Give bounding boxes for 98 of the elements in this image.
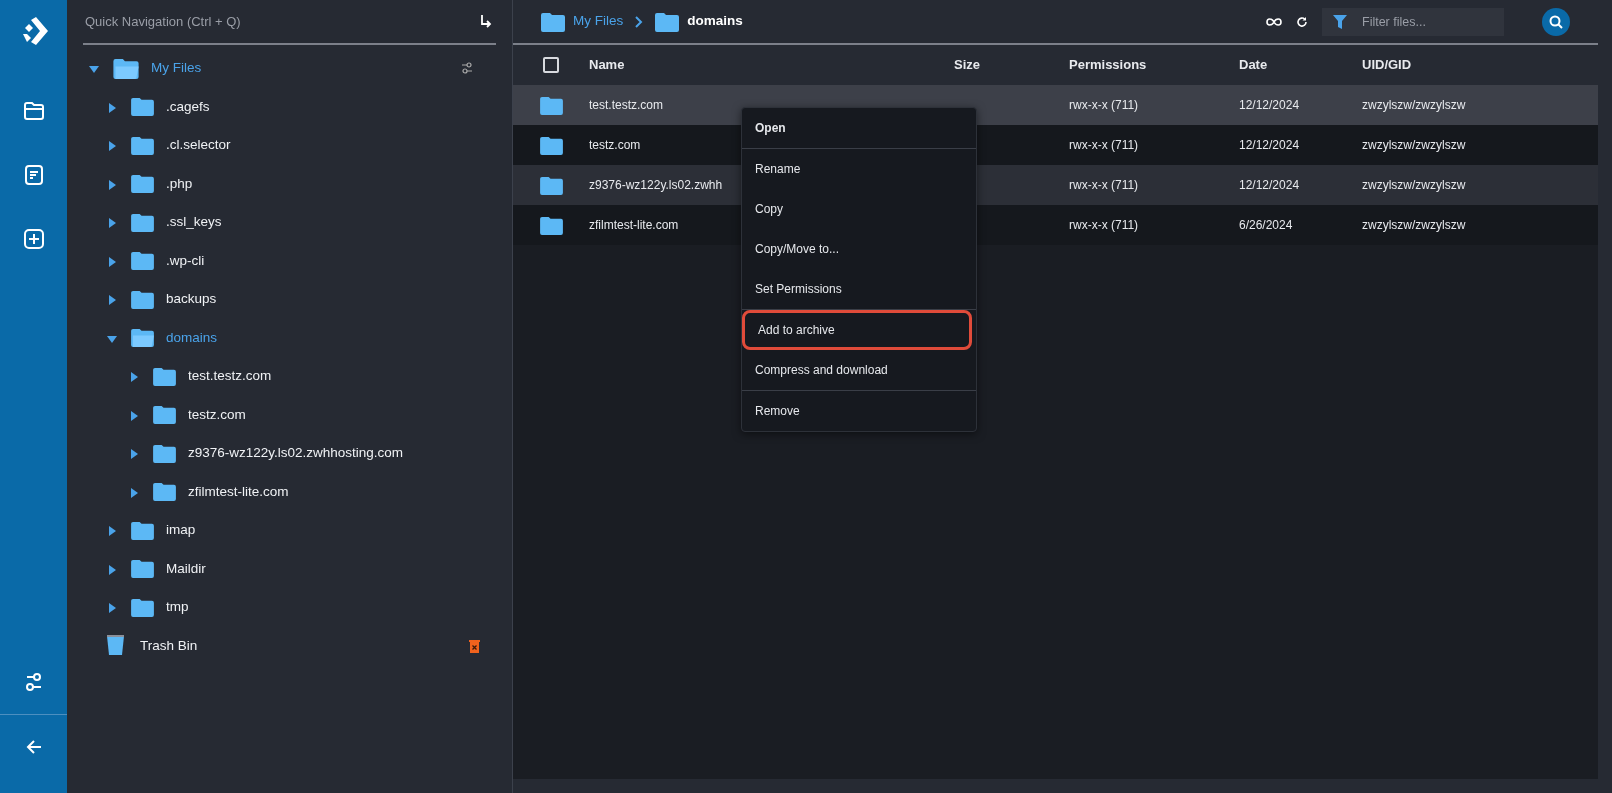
- quick-navigation-field[interactable]: Quick Navigation (Ctrl + Q): [83, 10, 480, 33]
- caret-icon[interactable]: [107, 564, 117, 575]
- folder-icon: [539, 215, 563, 235]
- breadcrumb-link[interactable]: My Files: [541, 11, 624, 32]
- folder-icon: [153, 405, 176, 425]
- menu-item[interactable]: Set Permissions: [742, 269, 976, 309]
- folder-tree-item[interactable]: test.testz.com: [83, 357, 496, 396]
- folder-icon: [131, 174, 154, 194]
- folder-tree-item[interactable]: backups: [83, 280, 496, 319]
- folder-tree-item[interactable]: testz.com: [83, 395, 496, 434]
- caret-icon[interactable]: [107, 333, 117, 344]
- caret-icon[interactable]: [89, 64, 99, 75]
- table-cell: zwzylszw/zwzylszw: [1362, 138, 1466, 152]
- caret-icon[interactable]: [107, 295, 117, 306]
- folder-icon: [131, 251, 154, 271]
- table-cell: z9376-wz122y.ls02.zwhh: [589, 178, 723, 192]
- add-icon[interactable]: [22, 228, 45, 250]
- empty-trash-icon[interactable]: [469, 638, 480, 653]
- caret-icon[interactable]: [107, 256, 117, 267]
- caret-icon[interactable]: [107, 603, 117, 614]
- folder-icon: [131, 597, 154, 617]
- folder-tree-item[interactable]: .php: [83, 164, 496, 203]
- table-cell: zwzylszw/zwzylszw: [1362, 178, 1466, 192]
- folder-icon: [539, 135, 563, 155]
- folder-icon: [539, 175, 563, 195]
- breadcrumb-link[interactable]: domains: [655, 11, 743, 32]
- folder-icon: [113, 57, 139, 79]
- column-header[interactable]: UID/GID: [1362, 55, 1412, 75]
- back-arrow-icon[interactable]: [25, 739, 42, 755]
- chevron-icon: [635, 15, 644, 28]
- search-icon: [1549, 14, 1563, 29]
- table-cell: rwx-x-x (711): [1069, 98, 1139, 112]
- caret-icon[interactable]: [107, 526, 117, 537]
- folder-icon: [153, 482, 176, 502]
- table-cell: 6/26/2024: [1239, 218, 1293, 232]
- folder-icon: [539, 95, 563, 115]
- folder-icon: [131, 289, 154, 309]
- enter-icon[interactable]: [480, 14, 492, 29]
- caret-icon[interactable]: [129, 410, 139, 421]
- infinity-icon[interactable]: [1266, 16, 1282, 27]
- horizontal-scrollbar[interactable]: [513, 779, 1598, 793]
- folder-icon: [131, 97, 154, 117]
- settings-icon[interactable]: [462, 62, 472, 75]
- table-cell: rwx-x-x (711): [1069, 178, 1139, 192]
- caret-icon[interactable]: [107, 218, 117, 229]
- folder-tree-item[interactable]: .ssl_keys: [83, 203, 496, 242]
- settings-icon[interactable]: [24, 672, 43, 692]
- table-cell: 12/12/2024: [1239, 138, 1300, 152]
- trash-icon: [107, 635, 124, 657]
- column-header[interactable]: Size: [954, 55, 1069, 75]
- folder-icon: [131, 520, 154, 540]
- caret-icon[interactable]: [129, 449, 139, 460]
- refresh-icon[interactable]: [1296, 15, 1308, 28]
- caret-icon[interactable]: [107, 141, 117, 152]
- table-cell: zwzylszw/zwzylszw: [1362, 218, 1466, 232]
- folder-icon: [541, 11, 565, 32]
- folder-tree-item[interactable]: imap: [83, 511, 496, 550]
- table-cell: testz.com: [589, 138, 641, 152]
- folder-icon: [131, 559, 154, 579]
- folder-icon: [153, 443, 176, 463]
- column-header[interactable]: Name: [589, 55, 954, 75]
- folder-icon: [655, 11, 680, 32]
- folder-tree-item[interactable]: .wp-cli: [83, 241, 496, 280]
- select-all-checkbox[interactable]: [543, 57, 559, 73]
- column-header[interactable]: Date: [1239, 55, 1362, 75]
- filter-field[interactable]: Filter files...: [1322, 7, 1504, 36]
- folder-tree-item[interactable]: Maildir: [83, 549, 496, 588]
- table-cell: rwx-x-x (711): [1069, 138, 1139, 152]
- folder-icon: [131, 212, 154, 232]
- table-cell: zfilmtest-lite.com: [589, 218, 679, 232]
- menu-item[interactable]: Compress and download: [742, 350, 976, 390]
- caret-icon[interactable]: [129, 487, 139, 498]
- folder-tree-item[interactable]: .cagefs: [83, 87, 496, 126]
- column-header[interactable]: Permissions: [1069, 55, 1239, 75]
- folder-icon[interactable]: [22, 100, 45, 122]
- folder-icon: [153, 366, 176, 386]
- table-cell: test.testz.com: [589, 98, 664, 112]
- folder-tree-item[interactable]: domains: [83, 318, 496, 357]
- menu-item[interactable]: Remove: [742, 391, 976, 431]
- table-cell: 12/12/2024: [1239, 178, 1300, 192]
- document-icon[interactable]: [22, 164, 45, 186]
- folder-icon: [131, 328, 154, 348]
- table-cell: rwx-x-x (711): [1069, 218, 1139, 232]
- caret-icon[interactable]: [107, 179, 117, 190]
- folder-tree-item[interactable]: zfilmtest-lite.com: [83, 472, 496, 511]
- folder-icon: [131, 135, 154, 155]
- table-cell: zwzylszw/zwzylszw: [1362, 98, 1466, 112]
- folder-tree-item[interactable]: .cl.selector: [83, 126, 496, 165]
- folder-tree-item[interactable]: z9376-wz122y.ls02.zwhhosting.com: [83, 434, 496, 473]
- table-cell: 12/12/2024: [1239, 98, 1300, 112]
- filter-icon: [1333, 14, 1347, 30]
- caret-icon[interactable]: [107, 102, 117, 113]
- trash-item[interactable]: Trash Bin: [83, 626, 496, 665]
- search-button[interactable]: [1542, 7, 1570, 36]
- folder-tree-item[interactable]: tmp: [83, 588, 496, 627]
- folder-tree-item[interactable]: My Files: [83, 49, 496, 88]
- menu-item[interactable]: Add to archive: [742, 310, 972, 350]
- caret-icon[interactable]: [129, 372, 139, 383]
